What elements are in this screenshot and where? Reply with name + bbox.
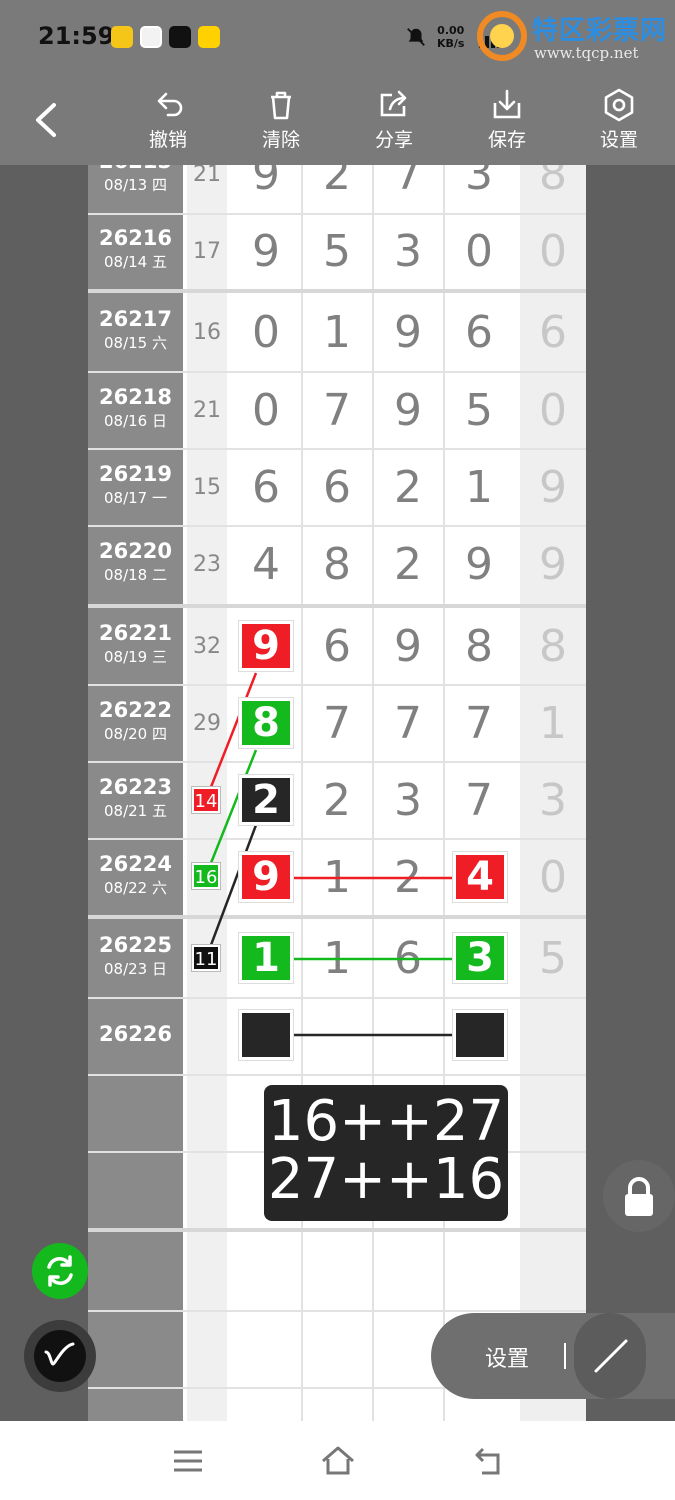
- meituan-icon: [198, 26, 220, 48]
- placeholder-box[interactable]: [452, 1009, 508, 1061]
- highlight-box: 2: [238, 774, 294, 826]
- highlight-box: 1: [238, 932, 294, 984]
- trend-chart[interactable]: 26215 08/13 四 21 9 2 7 3 8 26216 08/14 五…: [88, 165, 586, 1421]
- toolbar: 撤销 清除 分享 保存 设置: [0, 75, 675, 165]
- settings-pill[interactable]: 设置: [431, 1313, 675, 1399]
- undo-label: 撤销: [148, 129, 187, 151]
- clear-button[interactable]: 清除: [246, 83, 316, 161]
- highlight-digit: 9: [242, 624, 290, 668]
- highlight-digit: 9: [242, 855, 290, 899]
- highlight-box: 9: [238, 620, 294, 672]
- trash-icon: [271, 91, 291, 120]
- system-nav-bar: [0, 1421, 675, 1500]
- home-icon[interactable]: [320, 1443, 356, 1479]
- sum-tag-green: 16: [191, 862, 221, 890]
- download-icon: [493, 89, 521, 119]
- right-margin: [586, 165, 675, 1421]
- watermark-url: www.tqcp.net: [534, 44, 639, 62]
- tiktok-icon: [169, 26, 191, 48]
- settings-pill-label[interactable]: 设置: [485, 1341, 529, 1373]
- share-label: 分享: [374, 129, 413, 151]
- sync-icon: [47, 1255, 73, 1287]
- result-line-2: 27++16: [267, 1147, 505, 1212]
- result-line-1: 16++27: [267, 1089, 505, 1154]
- back-icon[interactable]: [470, 1443, 506, 1479]
- menu-icon[interactable]: [170, 1443, 206, 1479]
- highlight-box: 9: [238, 851, 294, 903]
- undo-icon: [157, 92, 183, 117]
- chevron-left-icon[interactable]: [28, 97, 64, 143]
- result-box: 16++27 27++16: [264, 1085, 508, 1221]
- net-speed-value: 0.00: [437, 24, 465, 37]
- save-button[interactable]: 保存: [472, 83, 542, 161]
- highlight-digit: 4: [456, 855, 504, 899]
- pen-button-inner: [34, 1330, 86, 1382]
- settings-button[interactable]: 设置: [584, 83, 654, 161]
- empty-black-box[interactable]: [456, 1013, 504, 1057]
- status-time: 21:59: [38, 22, 115, 50]
- app-icon-avatar: [140, 26, 162, 48]
- watermark: 特区彩票网 www.tqcp.net: [474, 8, 674, 68]
- settings-label: 设置: [599, 129, 638, 151]
- save-label: 保存: [487, 129, 526, 151]
- clear-label: 清除: [261, 129, 300, 151]
- settings-pill-divider: [564, 1343, 566, 1369]
- net-speed: 0.00 KB/s: [437, 24, 464, 50]
- line-tool-button[interactable]: [574, 1313, 646, 1399]
- gear-icon: [604, 88, 634, 122]
- highlight-box: 8: [238, 697, 294, 749]
- empty-black-box[interactable]: [242, 1013, 290, 1057]
- highlight-digit: 3: [456, 936, 504, 980]
- lock-icon: [625, 1177, 653, 1216]
- share-button[interactable]: 分享: [359, 83, 429, 161]
- pen-icon: [44, 1342, 75, 1366]
- watermark-title: 特区彩票网: [532, 16, 668, 46]
- placeholder-box[interactable]: [238, 1009, 294, 1061]
- sync-button[interactable]: [32, 1243, 88, 1299]
- lock-button[interactable]: [603, 1160, 675, 1232]
- share-icon: [380, 90, 407, 117]
- watermark-logo-icon: [477, 11, 527, 61]
- undo-button[interactable]: 撤销: [133, 83, 203, 161]
- highlight-digit: 2: [242, 778, 290, 822]
- line-tool-icon: [594, 1339, 628, 1373]
- connector-lines: [209, 672, 458, 1037]
- pen-button[interactable]: [24, 1320, 96, 1392]
- highlight-box: 4: [452, 851, 508, 903]
- app-icon-yellow: [111, 26, 133, 48]
- highlight-box: 3: [452, 932, 508, 984]
- left-margin: [0, 165, 88, 1421]
- bell-muted-icon: [407, 28, 425, 46]
- sum-tag-black: 11: [191, 944, 221, 972]
- highlight-digit: 1: [242, 936, 290, 980]
- net-speed-unit: KB/s: [437, 37, 465, 50]
- highlight-digit: 8: [242, 701, 290, 745]
- sum-tag-red: 14: [191, 786, 221, 814]
